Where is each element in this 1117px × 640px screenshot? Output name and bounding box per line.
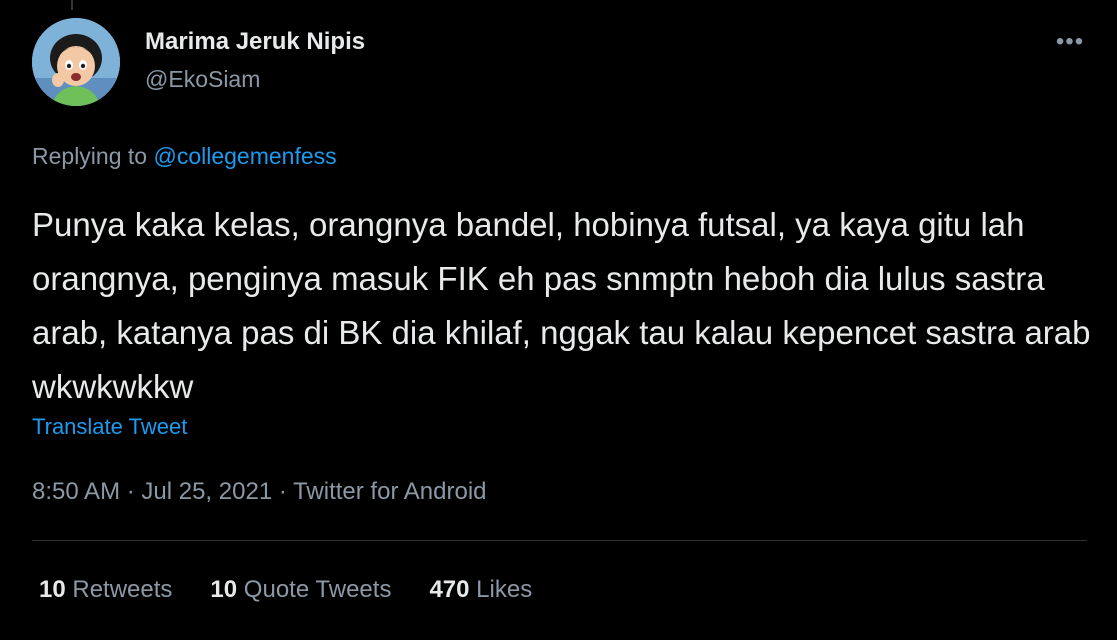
quote-tweets-label: Quote Tweets [243, 576, 392, 603]
replying-to-label: Replying to [32, 143, 148, 169]
avatar[interactable] [32, 18, 120, 106]
engagement-stats: 10 Retweets 10 Quote Tweets 470 Likes [39, 576, 570, 604]
meta-separator: · [272, 478, 294, 505]
replying-to: Replying to @collegemenfess [32, 143, 337, 170]
likes-stat[interactable]: 470 Likes [429, 576, 532, 604]
tweet-source[interactable]: Twitter for Android [293, 478, 486, 505]
retweets-label: Retweets [72, 576, 173, 603]
retweets-count: 10 [39, 576, 66, 603]
tweet-text: Punya kaka kelas, orangnya bandel, hobin… [32, 206, 1091, 405]
translate-tweet-link[interactable]: Translate Tweet [32, 414, 187, 440]
reply-mention-link[interactable]: @collegemenfess [153, 143, 336, 169]
author-handle[interactable]: @EkoSiam [145, 66, 260, 93]
cartoon-girl-avatar-icon [32, 18, 120, 106]
likes-label: Likes [476, 576, 533, 603]
thread-connector-line [71, 0, 73, 10]
tweet-time[interactable]: 8:50 AM [32, 478, 120, 505]
retweets-stat[interactable]: 10 Retweets [39, 576, 172, 604]
meta-separator: · [120, 478, 142, 505]
likes-count: 470 [429, 576, 470, 603]
author-display-name[interactable]: Marima Jeruk Nipis [145, 28, 365, 56]
more-options-button[interactable]: ••• [1050, 30, 1090, 54]
divider [32, 540, 1087, 541]
tweet-date[interactable]: Jul 25, 2021 [141, 478, 272, 505]
ellipsis-icon: ••• [1055, 28, 1085, 55]
tweet-metadata: 8:50 AM · Jul 25, 2021 · Twitter for And… [32, 478, 487, 506]
quote-tweets-count: 10 [210, 576, 238, 603]
quote-tweets-stat[interactable]: 10 Quote Tweets [210, 576, 391, 604]
